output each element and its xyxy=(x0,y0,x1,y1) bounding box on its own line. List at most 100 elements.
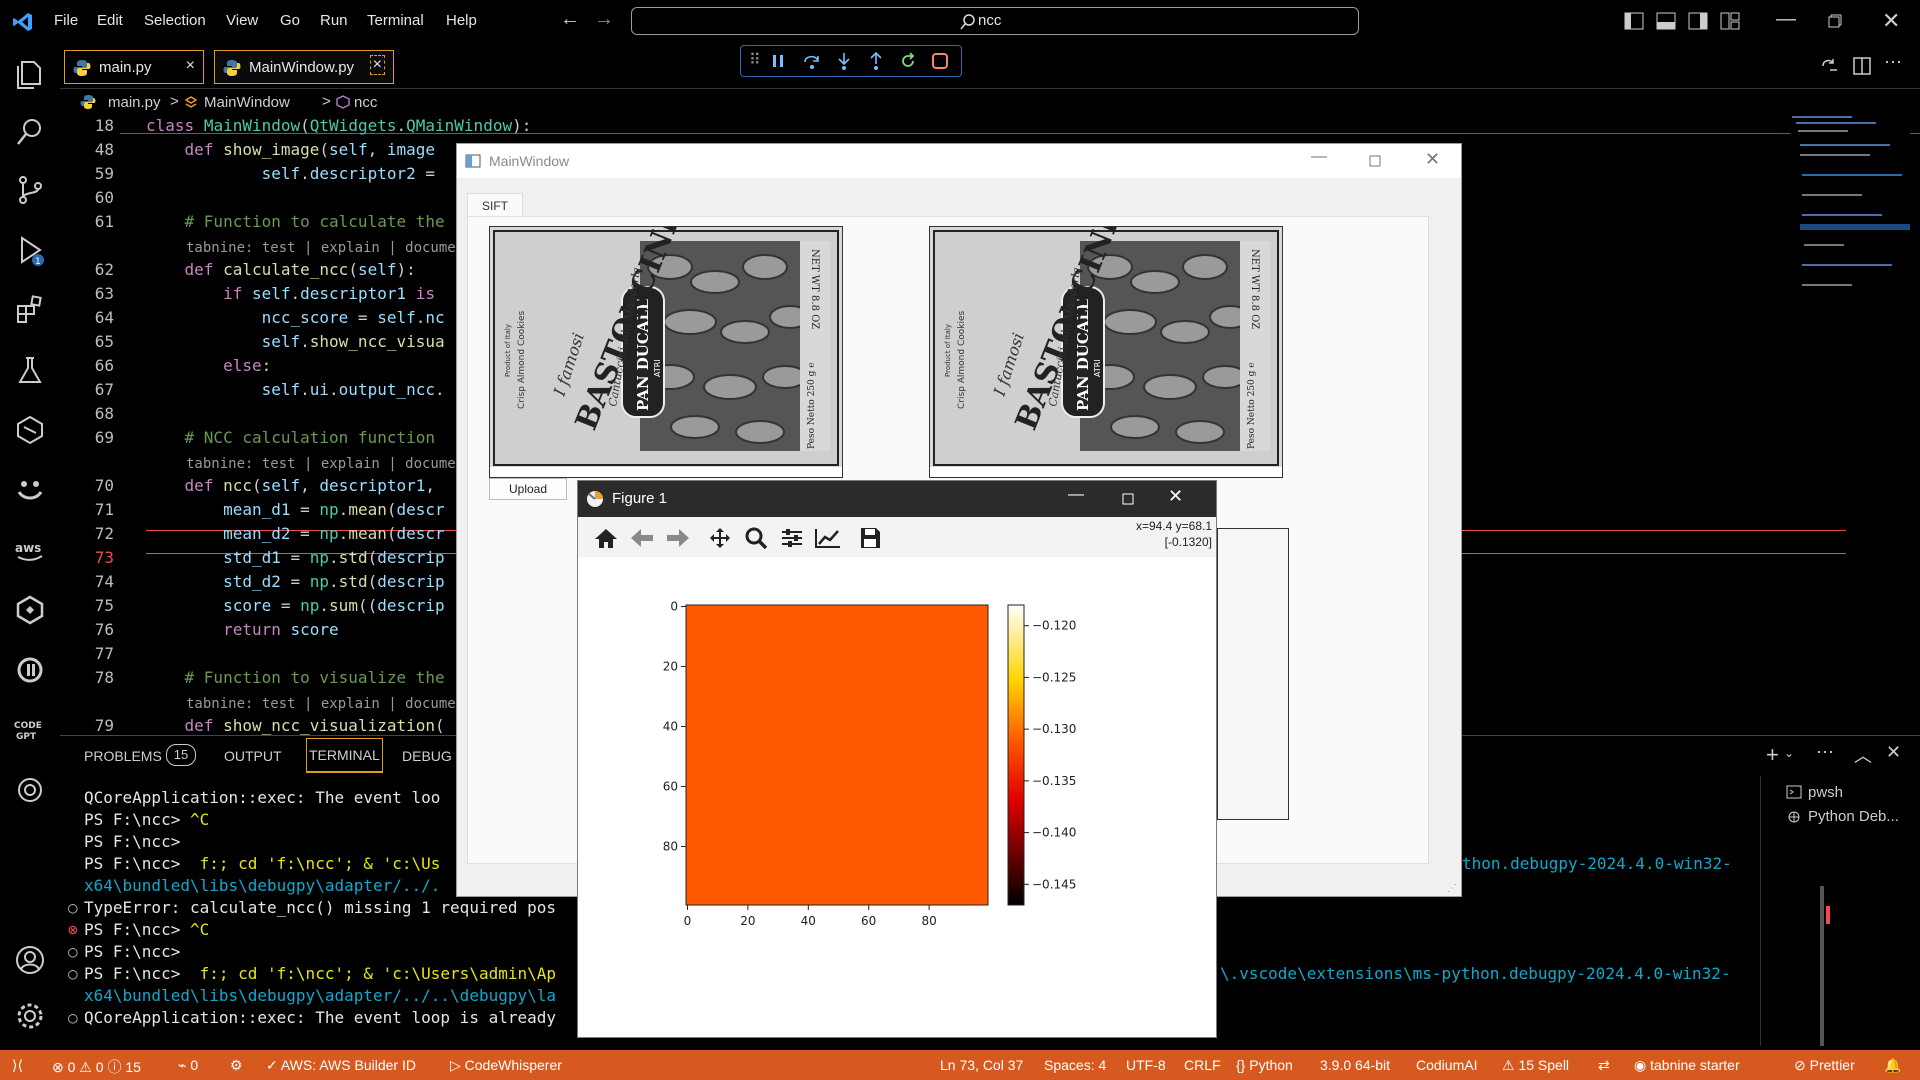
settings-gear-icon[interactable] xyxy=(14,1000,46,1032)
pause-icon[interactable] xyxy=(771,54,785,68)
breadcrumb-method[interactable]: ncc xyxy=(354,94,377,111)
tab-mainwindow-py[interactable]: MainWindow.py × xyxy=(214,50,394,84)
heatmap-plot[interactable]: 0 20 40 60 80 0 20 40 60 80 −0.120 −0.125 −0.130 −0.1… xyxy=(578,557,1216,1037)
eol[interactable]: CRLF xyxy=(1184,1057,1221,1073)
menu-help[interactable]: Help xyxy=(446,12,477,29)
maximize-panel-icon[interactable]: ︿ xyxy=(1854,742,1872,768)
toggle-primary-sidebar-icon[interactable] xyxy=(1624,12,1644,30)
edit-axis-icon[interactable] xyxy=(814,527,842,549)
run-python-icon[interactable] xyxy=(1820,56,1840,76)
home-icon[interactable] xyxy=(592,527,620,549)
language-mode[interactable]: {} Python xyxy=(1236,1057,1293,1073)
figure-titlebar: Figure 1 — ✕ xyxy=(578,481,1216,517)
menu-run[interactable]: Run xyxy=(320,12,348,29)
tab-main-py[interactable]: main.py × xyxy=(64,50,204,84)
run-debug-icon[interactable]: 1 xyxy=(14,234,46,266)
accounts-icon[interactable] xyxy=(14,944,46,976)
close-panel-icon[interactable]: ✕ xyxy=(1886,742,1901,763)
ports-status[interactable]: ⌁ 0 xyxy=(178,1057,198,1074)
terminal-list-item-python-debug[interactable]: Python Deb... xyxy=(1808,808,1899,825)
pan-icon[interactable] xyxy=(706,527,734,549)
chatgpt-icon[interactable] xyxy=(14,774,46,806)
testing-flask-icon[interactable] xyxy=(14,354,46,386)
aws-status[interactable]: ✓ AWS: AWS Builder ID xyxy=(266,1057,416,1074)
search-sidebar-icon[interactable] xyxy=(14,116,46,148)
problems-status[interactable]: ⊗ 0 ⚠ 0 ⓘ 15 xyxy=(52,1057,141,1077)
back-arrow-icon[interactable]: ← xyxy=(560,8,580,31)
continue-icon[interactable] xyxy=(14,654,46,686)
step-over-icon[interactable] xyxy=(803,52,821,70)
maximize-icon[interactable] xyxy=(1369,155,1381,167)
minimap[interactable] xyxy=(1790,114,1910,314)
menu-file[interactable]: File xyxy=(54,12,78,29)
codegpt-icon[interactable]: CODEGPT xyxy=(14,714,46,746)
scrollbar[interactable] xyxy=(1820,886,1824,1046)
panel-tab-terminal[interactable]: TERMINAL xyxy=(306,738,383,773)
minimize-icon[interactable]: — xyxy=(1068,486,1084,504)
menu-view[interactable]: View xyxy=(226,12,258,29)
configure-subplots-icon[interactable] xyxy=(778,527,806,549)
resize-grip-icon[interactable]: ⋰ xyxy=(1447,883,1457,894)
panel-tab-problems[interactable]: PROBLEMS xyxy=(84,748,162,764)
minimize-icon[interactable]: — xyxy=(1776,8,1796,31)
stop-icon[interactable] xyxy=(931,52,949,70)
close-window-icon[interactable]: ✕ xyxy=(1882,8,1900,34)
chevron-down-icon[interactable]: ⌄ xyxy=(1784,746,1794,760)
source-control-icon[interactable] xyxy=(14,174,46,206)
breadcrumb-file[interactable]: main.py xyxy=(108,94,161,111)
forward-arrow-icon[interactable] xyxy=(664,527,692,549)
new-terminal-icon[interactable]: + xyxy=(1766,742,1779,768)
close-tab-icon[interactable]: × xyxy=(369,55,385,75)
sync-icon[interactable]: ⇄ xyxy=(1598,1057,1610,1074)
zoom-icon[interactable] xyxy=(742,527,770,549)
aws-icon[interactable]: aws xyxy=(14,534,46,566)
menu-terminal[interactable]: Terminal xyxy=(367,12,424,29)
tab-sift[interactable]: SIFT xyxy=(467,193,523,218)
toggle-panel-icon[interactable] xyxy=(1656,12,1676,30)
upload-button[interactable]: Upload xyxy=(489,478,567,500)
save-icon[interactable] xyxy=(856,527,884,549)
terminal-list-item-pwsh[interactable]: pwsh xyxy=(1808,784,1843,801)
tabnine-status[interactable]: ◉ tabnine starter xyxy=(1634,1057,1740,1074)
menu-go[interactable]: Go xyxy=(280,12,300,29)
menu-edit[interactable]: Edit xyxy=(97,12,123,29)
ncc-output-area xyxy=(1217,528,1289,820)
step-out-icon[interactable] xyxy=(867,52,885,70)
restart-icon[interactable] xyxy=(899,52,917,70)
minimize-icon[interactable]: — xyxy=(1311,148,1327,166)
codium-status[interactable]: CodiumAI xyxy=(1416,1057,1477,1073)
maximize-icon[interactable] xyxy=(1122,493,1134,505)
remote-indicator-icon[interactable]: ⟩⟨ xyxy=(12,1057,23,1074)
live-share-icon[interactable]: ⚙ xyxy=(230,1057,243,1074)
notifications-bell-icon[interactable]: 🔔 xyxy=(1884,1057,1901,1074)
drag-handle-icon[interactable]: ⠿ xyxy=(749,50,761,70)
extensions-icon[interactable] xyxy=(14,294,46,326)
python-interpreter[interactable]: 3.9.0 64-bit xyxy=(1320,1057,1390,1073)
more-actions-icon[interactable]: ⋯ xyxy=(1884,52,1902,73)
more-actions-icon[interactable]: ⋯ xyxy=(1816,742,1834,763)
close-tab-icon[interactable]: × xyxy=(186,57,195,75)
cursor-position[interactable]: Ln 73, Col 37 xyxy=(940,1057,1023,1073)
explorer-icon[interactable] xyxy=(14,58,46,90)
step-into-icon[interactable] xyxy=(835,52,853,70)
breadcrumb-class[interactable]: MainWindow xyxy=(204,94,290,111)
close-window-icon[interactable]: ✕ xyxy=(1425,149,1440,170)
menu-selection[interactable]: Selection xyxy=(144,12,206,29)
remote-explorer-icon[interactable] xyxy=(14,414,46,446)
spell-status[interactable]: ⚠ 15 Spell xyxy=(1502,1057,1569,1074)
forward-arrow-icon[interactable]: → xyxy=(594,8,614,31)
back-arrow-icon[interactable] xyxy=(628,527,656,549)
prettier-status[interactable]: ⊘ Prettier xyxy=(1794,1057,1855,1074)
customize-layout-icon[interactable] xyxy=(1720,12,1740,30)
codium-icon[interactable] xyxy=(14,594,46,626)
command-center[interactable]: ncc xyxy=(631,7,1359,35)
panel-tab-output[interactable]: OUTPUT xyxy=(224,748,282,764)
codewhisperer-status[interactable]: ▷ CodeWhisperer xyxy=(450,1057,562,1074)
toggle-secondary-sidebar-icon[interactable] xyxy=(1688,12,1708,30)
close-window-icon[interactable]: ✕ xyxy=(1168,486,1183,507)
split-editor-icon[interactable] xyxy=(1852,56,1872,76)
tabnine-icon[interactable] xyxy=(14,474,46,506)
restore-icon[interactable] xyxy=(1828,14,1842,28)
encoding[interactable]: UTF-8 xyxy=(1126,1057,1166,1073)
indentation[interactable]: Spaces: 4 xyxy=(1044,1057,1106,1073)
